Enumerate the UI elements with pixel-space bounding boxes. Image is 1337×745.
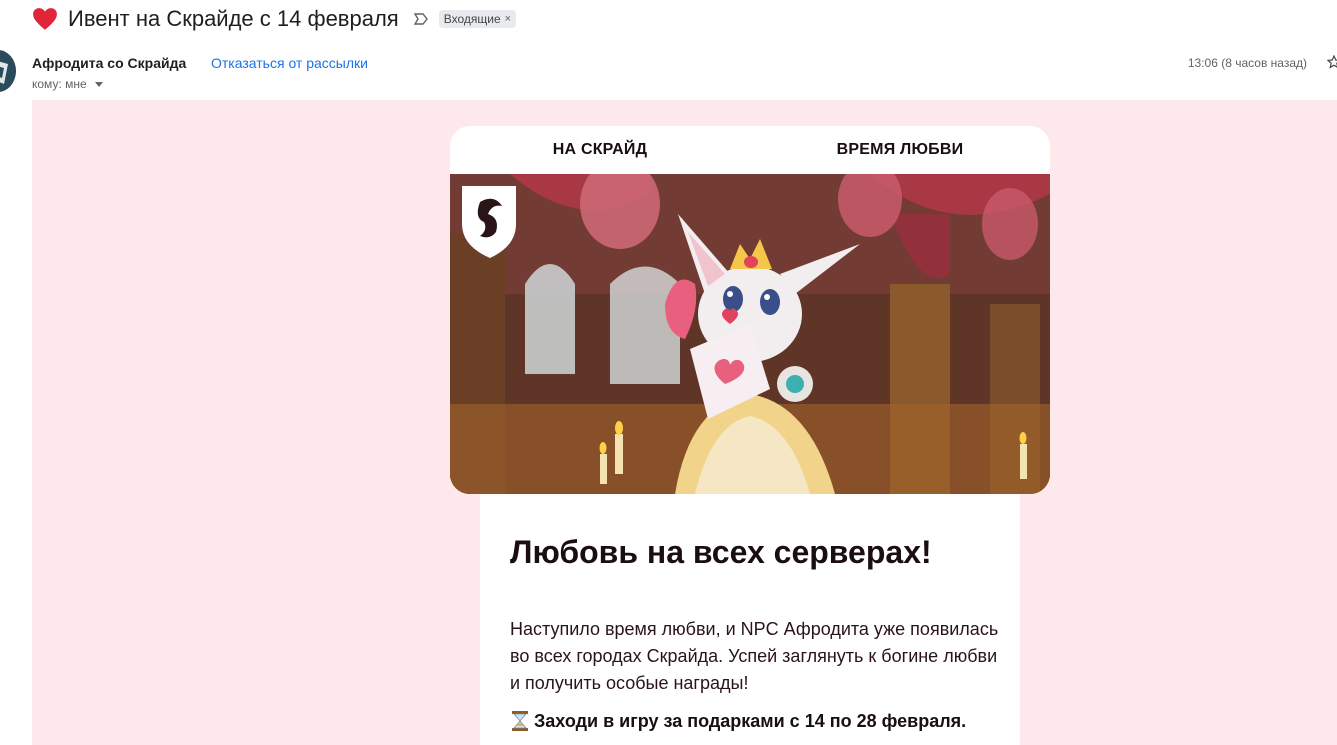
event-dates-callout: Заходи в игру за подарками с 14 по 28 фе… [510,710,966,732]
chevron-down-icon[interactable] [94,81,103,87]
hourglass-icon [512,711,528,731]
inbox-label-chip[interactable]: Входящие × [438,10,517,28]
remove-label-button[interactable]: × [505,13,511,25]
subject-row: Ивент на Скрайде с 14 февраля Входящие × [32,4,517,34]
newsletter-paragraph: Наступило время любви, и NPC Афродита уж… [510,619,999,693]
inbox-label-text: Входящие [443,12,501,26]
event-dates-text: Заходи в игру за подарками с 14 по 28 фе… [534,710,967,731]
star-icon[interactable] [1327,55,1337,69]
newsletter-nav: НА СКРАЙД ВРЕМЯ ЛЮБВИ [450,126,1050,174]
email-subject: Ивент на Скрайде с 14 февраля [68,6,399,31]
sender-avatar[interactable] [0,50,16,92]
importance-marker-icon[interactable] [413,12,429,26]
newsletter-card: НА СКРАЙД ВРЕМЯ ЛЮБВИ [450,126,1050,494]
nav-link-to-skride[interactable]: НА СКРАЙД [450,141,750,159]
sender-name[interactable]: Афродита со Скрайда [32,55,186,71]
unsubscribe-link[interactable]: Отказаться от рассылки [211,55,368,71]
recipient-details[interactable]: кому: мне [32,77,103,91]
hero-banner-image[interactable] [450,174,1050,494]
heart-icon [33,8,57,30]
email-timestamp: 13:06 (8 часов назад) [1187,56,1307,70]
nav-link-time-of-love[interactable]: ВРЕМЯ ЛЮБВИ [750,141,1050,159]
newsletter-content: Любовь на всех серверах! Наступило время… [480,494,1020,745]
newsletter-headline: Любовь на всех серверах! [510,534,932,570]
recipient-text: кому: мне [32,77,87,91]
